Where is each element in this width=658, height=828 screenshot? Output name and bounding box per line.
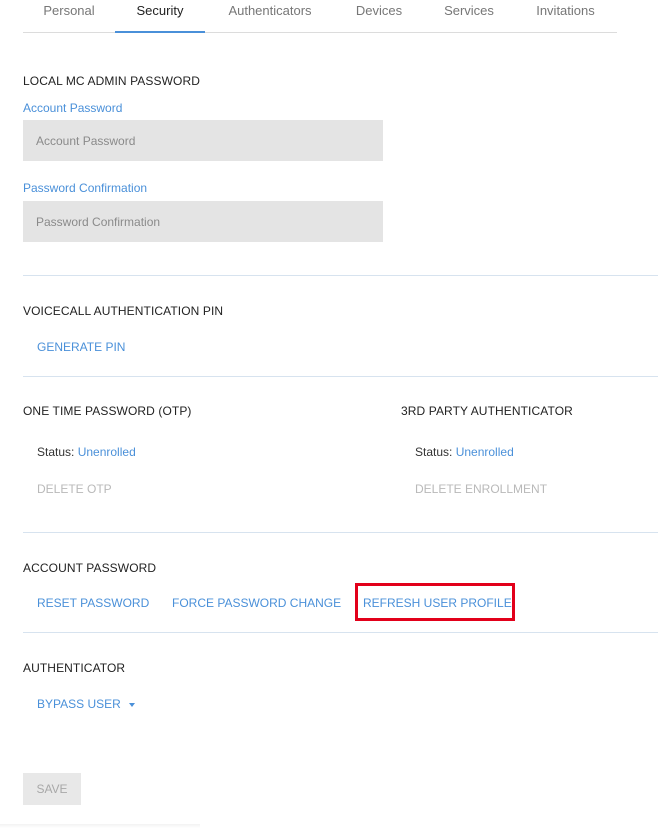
tab-devices[interactable]: Devices: [335, 0, 423, 32]
generate-pin-button[interactable]: GENERATE PIN: [37, 340, 125, 354]
third-party-authenticator-title: 3RD PARTY AUTHENTICATOR: [401, 404, 573, 418]
account-password-input[interactable]: [23, 120, 383, 161]
section-divider: [23, 632, 658, 633]
tab-services[interactable]: Services: [423, 0, 515, 32]
third-party-status-label: Status:: [415, 445, 453, 459]
footer-shadow: [0, 824, 200, 828]
account-password-title: ACCOUNT PASSWORD: [23, 561, 157, 575]
authenticator-title: AUTHENTICATOR: [23, 661, 126, 675]
delete-enrollment-button[interactable]: DELETE ENROLLMENT: [415, 482, 547, 496]
voicecall-pin-title: VOICECALL AUTHENTICATION PIN: [23, 304, 224, 318]
otp-title: ONE TIME PASSWORD (OTP): [23, 404, 192, 418]
otp-status-value: Unenrolled: [77, 445, 136, 459]
section-divider: [23, 275, 658, 276]
account-password-label: Account Password: [23, 101, 123, 115]
third-party-status-value: Unenrolled: [455, 445, 514, 459]
tab-authenticators[interactable]: Authenticators: [205, 0, 335, 32]
otp-status: Status: Unenrolled: [37, 445, 136, 459]
tab-bar: Personal Security Authenticators Devices…: [23, 0, 617, 33]
local-admin-password-title: LOCAL MC ADMIN PASSWORD: [23, 74, 200, 88]
section-divider: [23, 376, 658, 377]
delete-otp-button[interactable]: DELETE OTP: [37, 482, 112, 496]
refresh-user-profile-button[interactable]: REFRESH USER PROFILE: [363, 596, 512, 610]
save-button[interactable]: SAVE: [23, 773, 81, 805]
bypass-user-label: BYPASS USER: [37, 697, 121, 711]
tab-invitations[interactable]: Invitations: [515, 0, 616, 32]
section-divider: [23, 532, 658, 533]
tab-security[interactable]: Security: [115, 0, 205, 33]
password-confirmation-input[interactable]: [23, 201, 383, 242]
third-party-status: Status: Unenrolled: [415, 445, 514, 459]
caret-down-icon: [128, 702, 135, 707]
reset-password-button[interactable]: RESET PASSWORD: [37, 596, 149, 610]
bypass-user-dropdown[interactable]: BYPASS USER: [37, 697, 135, 711]
password-confirmation-label: Password Confirmation: [23, 181, 148, 195]
otp-status-label: Status:: [37, 445, 75, 459]
tab-personal[interactable]: Personal: [23, 0, 115, 32]
force-password-change-button[interactable]: FORCE PASSWORD CHANGE: [172, 596, 341, 610]
